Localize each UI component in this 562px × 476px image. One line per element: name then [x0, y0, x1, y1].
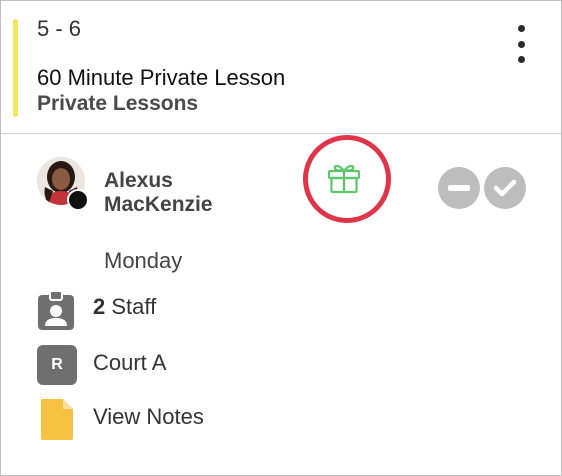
note-icon [41, 399, 73, 440]
resource-name: Court A [93, 350, 167, 375]
staff-badge-icon [38, 290, 74, 330]
status-dot [67, 189, 89, 211]
staff-row[interactable]: 2 Staff [37, 290, 156, 331]
check-icon [493, 179, 517, 197]
client-name[interactable]: Alexus MacKenzie [104, 169, 264, 217]
resource-badge: R [37, 345, 77, 385]
client-avatar[interactable] [37, 157, 89, 211]
staff-text: Staff [111, 294, 157, 319]
remove-icon [448, 185, 470, 191]
staff-count: 2 [93, 294, 106, 319]
appointment-card: 5 - 6 60 Minute Private Lesson Private L… [0, 0, 562, 476]
session-day: Monday [104, 248, 183, 273]
session-title: 60 Minute Private Lesson [37, 65, 286, 90]
category-color-bar [13, 19, 18, 117]
more-options-icon[interactable] [509, 25, 533, 63]
session-time: 5 - 6 [37, 16, 82, 41]
view-notes-link[interactable]: View Notes [93, 404, 204, 430]
remove-button[interactable] [438, 167, 480, 209]
gift-icon[interactable] [327, 162, 361, 194]
divider [1, 133, 561, 134]
session-category: Private Lessons [37, 92, 199, 115]
staff-label: 2 Staff [93, 294, 156, 320]
gift-highlight[interactable] [301, 135, 391, 223]
check-in-button[interactable] [484, 167, 526, 209]
